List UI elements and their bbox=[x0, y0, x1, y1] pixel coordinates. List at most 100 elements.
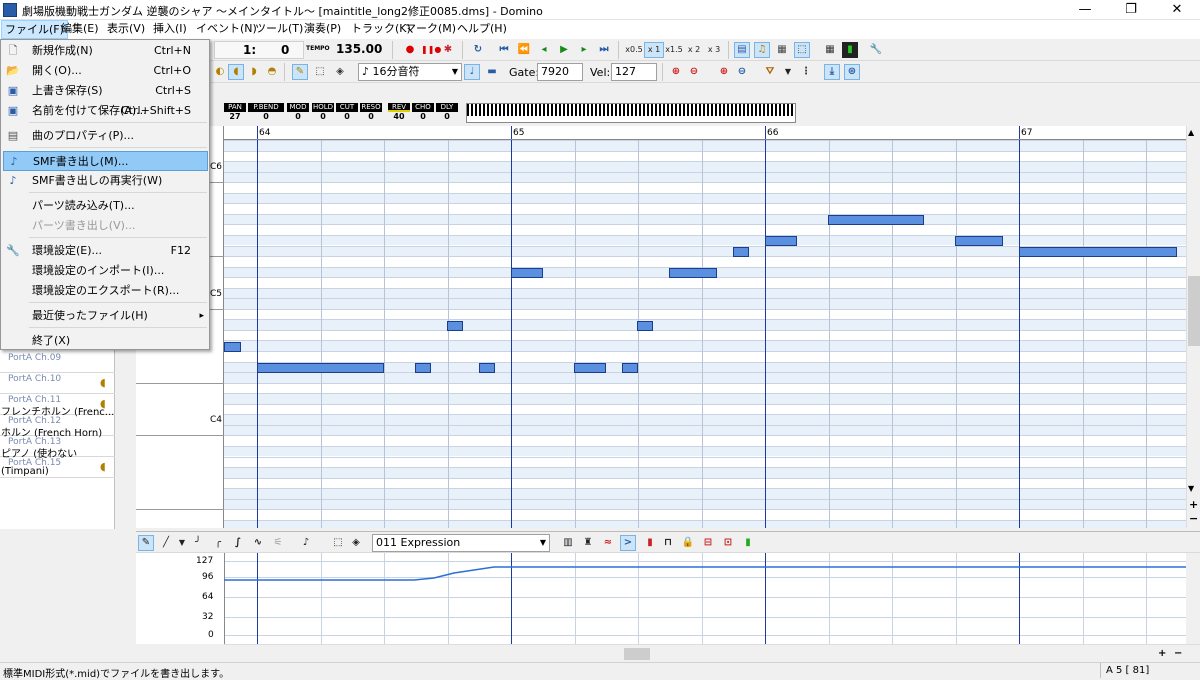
midi-note[interactable] bbox=[733, 247, 749, 257]
file-menu-item[interactable]: ▤ 曲のプロパティ(P)... bbox=[3, 126, 208, 146]
speed-x2-button[interactable]: x 2 bbox=[684, 42, 704, 58]
note-length-select[interactable]: ♪ 16分音符 ▼ bbox=[358, 63, 462, 81]
pencil-tool-icon[interactable]: ✎ bbox=[292, 64, 308, 80]
graph-piano-icon[interactable]: ♜ bbox=[580, 535, 596, 551]
vertical-scrollbar[interactable]: ▲ ▼ + − bbox=[1186, 126, 1200, 528]
meter-view-icon[interactable]: ▮ bbox=[842, 42, 858, 58]
quantize-icon[interactable]: ⋮ bbox=[798, 64, 814, 80]
speaker-all-icon[interactable]: ◐ bbox=[212, 64, 228, 80]
graph-bars-icon[interactable]: ▥ bbox=[560, 535, 576, 551]
midi-note[interactable] bbox=[765, 236, 797, 246]
auto-scroll-icon[interactable]: ⤓ bbox=[824, 64, 840, 80]
controller-knob[interactable]: DLY 0 bbox=[436, 100, 458, 126]
file-menu-item[interactable]: 環境設定のエクスポート(R)... bbox=[3, 281, 208, 301]
speaker-icon[interactable]: ◖ bbox=[100, 376, 112, 390]
graph-curve2-icon[interactable]: ╭ bbox=[210, 535, 226, 551]
hzoom-minus-icon[interactable]: − bbox=[1174, 648, 1182, 659]
midi-note[interactable] bbox=[828, 215, 924, 225]
midi-note[interactable] bbox=[415, 363, 431, 373]
dotted-toggle-icon[interactable]: ▬ bbox=[484, 64, 500, 80]
midi-note[interactable] bbox=[955, 236, 1003, 246]
midi-note[interactable] bbox=[224, 342, 241, 352]
file-menu-item[interactable]: パーツ読み込み(T)... bbox=[3, 196, 208, 216]
loop-icon[interactable]: ↻ bbox=[470, 42, 486, 58]
controller-knob[interactable]: REV 40 bbox=[388, 100, 410, 126]
select-tool-icon[interactable]: ⬚ bbox=[312, 64, 328, 80]
midi-note[interactable] bbox=[447, 321, 463, 331]
speed-x3-button[interactable]: x 3 bbox=[704, 42, 724, 58]
maximize-button[interactable]: ❐ bbox=[1108, 0, 1154, 20]
cursor-follow-icon[interactable]: ⬚ bbox=[794, 42, 810, 58]
midi-note[interactable] bbox=[1019, 247, 1177, 257]
controller-knob[interactable]: CUT 0 bbox=[336, 100, 358, 126]
menu-event[interactable]: イベント(N) bbox=[193, 20, 260, 39]
piano-roll-view-icon[interactable]: ♫ bbox=[754, 42, 770, 58]
chevron-down-icon[interactable]: ▼ bbox=[174, 535, 190, 551]
track-list-view-icon[interactable]: ▤ bbox=[734, 42, 750, 58]
eraser-tool-icon[interactable]: ◈ bbox=[332, 64, 348, 80]
settings-wrench-icon[interactable]: 🔧 bbox=[868, 42, 884, 58]
controller-select[interactable]: 011 Expression ▼ bbox=[372, 534, 550, 552]
horizontal-scrollbar[interactable]: + − bbox=[224, 644, 1200, 662]
file-menu-item[interactable]: ♪ SMF書き出し(M)... bbox=[3, 151, 208, 171]
midi-note[interactable] bbox=[669, 268, 717, 278]
midi-note[interactable] bbox=[622, 363, 638, 373]
record-icon[interactable]: ● bbox=[402, 42, 418, 58]
speaker-icon[interactable]: ◖ bbox=[100, 397, 112, 411]
track-row[interactable]: PortA Ch.11 フレンチホルン (Frenc... ◖ bbox=[0, 394, 115, 418]
track-row[interactable]: PortA Ch.15 (Timpani) ◖ bbox=[0, 457, 115, 478]
zoom-plus-icon[interactable]: + bbox=[1189, 498, 1198, 511]
controller-graph[interactable]: 127 96 64 32 0 bbox=[136, 553, 1186, 644]
tempo-value[interactable]: 135.00 bbox=[336, 42, 382, 56]
track-row[interactable]: PortA Ch.13 ピアノ (使わない bbox=[0, 436, 115, 460]
graph-pencil-icon[interactable]: ✎ bbox=[138, 535, 154, 551]
piano-roll[interactable]: 64 65 66 67 bbox=[224, 126, 1186, 528]
graph-sustain-icon[interactable]: ⊓ bbox=[660, 535, 676, 551]
zoom-out-horizontal-icon[interactable]: ⊖ bbox=[686, 64, 702, 80]
triplet-toggle-icon[interactable]: ♩ bbox=[464, 64, 480, 80]
speaker-solo-icon[interactable]: ◖ bbox=[228, 64, 244, 80]
zoom-minus-icon[interactable]: − bbox=[1189, 512, 1198, 525]
gate-input[interactable]: 7920 bbox=[537, 63, 583, 81]
menu-play[interactable]: 演奏(P) bbox=[301, 20, 344, 39]
scroll-thumb[interactable] bbox=[1188, 276, 1200, 346]
graph-wave-box-icon[interactable]: ⊡ bbox=[720, 535, 736, 551]
menu-insert[interactable]: 挿入(I) bbox=[150, 20, 190, 39]
close-button[interactable]: ✕ bbox=[1154, 0, 1200, 20]
controller-knob[interactable]: MOD 0 bbox=[287, 100, 309, 126]
graph-eraser-icon[interactable]: ◈ bbox=[348, 535, 364, 551]
scroll-up-icon[interactable]: ▲ bbox=[1188, 128, 1194, 137]
file-menu-item[interactable]: 終了(X) bbox=[3, 331, 208, 351]
graph-expression-icon[interactable]: > bbox=[620, 535, 636, 551]
record-pause-icon[interactable]: ❚❚● bbox=[420, 42, 441, 58]
file-menu-item[interactable]: 環境設定のインポート(I)... bbox=[3, 261, 208, 281]
controller-knob[interactable]: HOLD 0 bbox=[312, 100, 334, 126]
graph-line-icon[interactable]: ╱ bbox=[158, 535, 174, 551]
minimize-button[interactable]: — bbox=[1062, 0, 1108, 20]
grid-view-icon[interactable]: ▦ bbox=[822, 42, 838, 58]
midi-note[interactable] bbox=[479, 363, 495, 373]
track-row[interactable]: PortA Ch.12 ホルン (French Horn) bbox=[0, 415, 115, 439]
goto-start-icon[interactable]: ⏮ bbox=[496, 42, 512, 58]
speaker-icon[interactable]: ◖ bbox=[100, 460, 112, 474]
menu-mark[interactable]: マーク(M) bbox=[402, 20, 459, 39]
rewind-icon[interactable]: ⏪ bbox=[516, 42, 532, 58]
file-menu-item[interactable]: 📂 開く(O)... Ctrl+O bbox=[3, 61, 208, 81]
file-menu-item[interactable]: 最近使ったファイル(H) ▸ bbox=[3, 306, 208, 326]
menu-view[interactable]: 表示(V) bbox=[104, 20, 148, 39]
menu-edit[interactable]: 編集(E) bbox=[58, 20, 102, 39]
controller-knob[interactable]: P.BEND 0 bbox=[248, 100, 284, 126]
goto-end-icon[interactable]: ⏭ bbox=[596, 42, 612, 58]
graph-reset-icon[interactable]: ⊟ bbox=[700, 535, 716, 551]
graph-level-icon[interactable]: ▮ bbox=[642, 535, 658, 551]
scroll-down-icon[interactable]: ▼ bbox=[1188, 484, 1194, 493]
record-setting-icon[interactable]: ✱ bbox=[440, 42, 456, 58]
zoom-out-vertical-icon[interactable]: ⊖ bbox=[734, 64, 750, 80]
graph-curve-icon[interactable]: ╯ bbox=[190, 535, 206, 551]
midi-note[interactable] bbox=[637, 321, 653, 331]
menu-tools[interactable]: ツール(T) bbox=[252, 20, 306, 39]
graph-wave-icon[interactable]: ∿ bbox=[250, 535, 266, 551]
file-menu-item[interactable]: 🗋 新規作成(N) Ctrl+N bbox=[3, 41, 208, 61]
hscroll-thumb[interactable] bbox=[624, 648, 650, 660]
thru-icon[interactable]: ⊛ bbox=[844, 64, 860, 80]
